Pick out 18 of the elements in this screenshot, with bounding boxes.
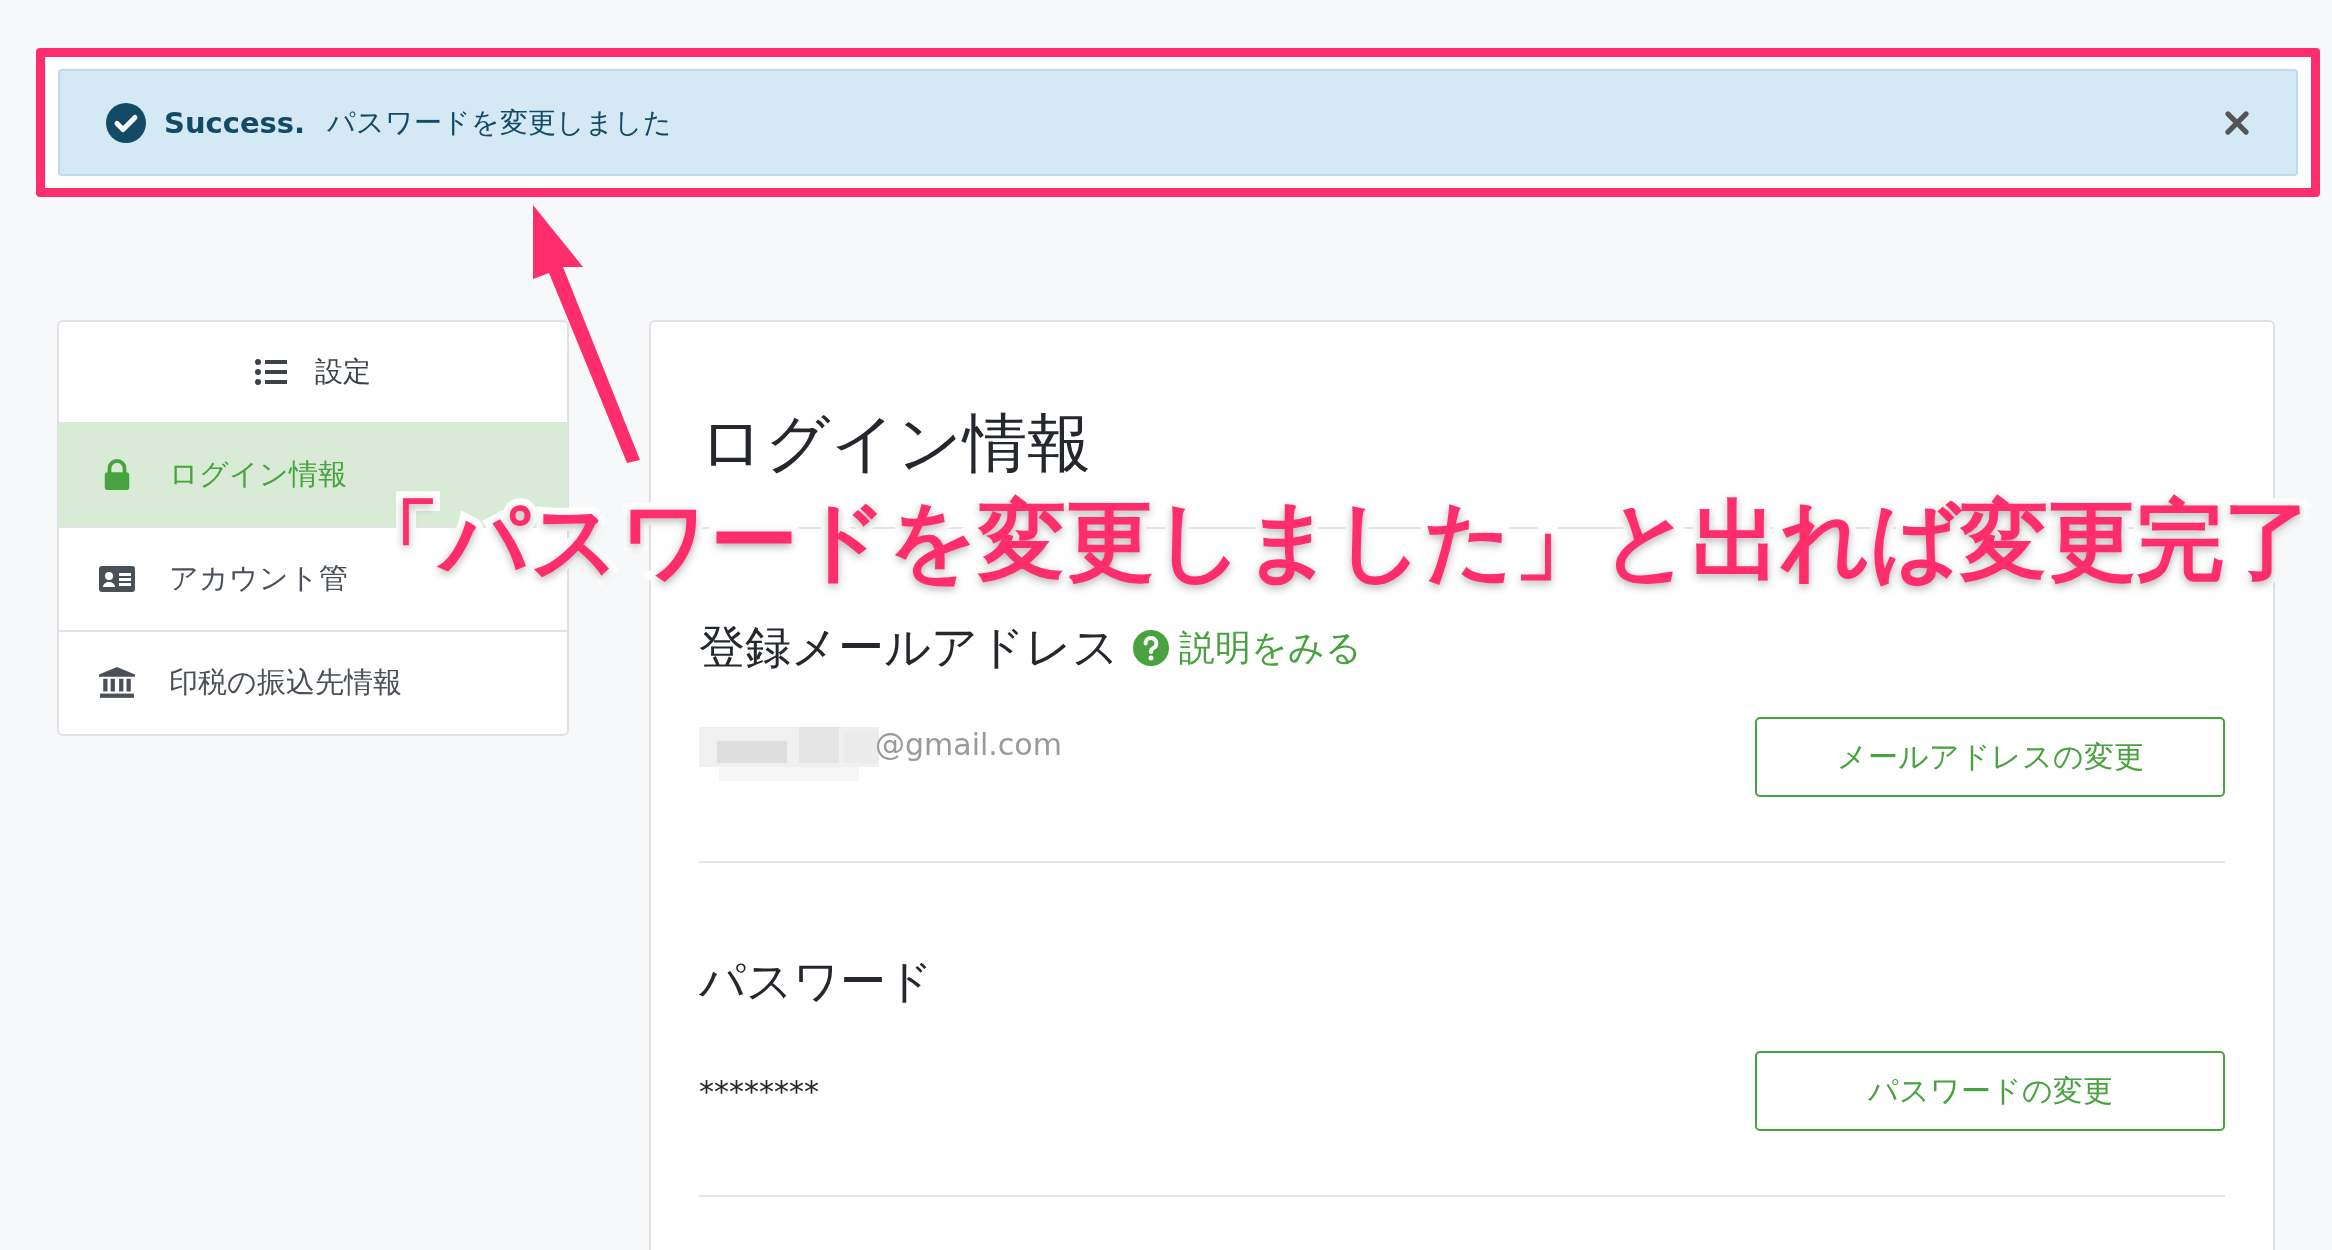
sidebar-title: 設定 — [315, 354, 371, 390]
change-button[interactable]: メールアドレスの変更 — [1755, 717, 2225, 797]
list-icon — [255, 359, 287, 385]
section-heading: パスワード — [699, 953, 933, 1010]
alert-title: Success. — [164, 105, 306, 140]
sidebar-item[interactable]: 印税の振込先情報 — [59, 630, 567, 734]
change-button[interactable]: パスワードの変更 — [1755, 1051, 2225, 1131]
check-circle-icon — [106, 102, 146, 143]
alert-message: パスワードを変更しました — [327, 104, 673, 141]
section-heading: 登録メールアドレス — [699, 619, 1119, 676]
page-title: ログイン情報 — [699, 405, 1092, 482]
id-card-icon — [99, 563, 135, 595]
field-value: ******** — [699, 1073, 819, 1109]
close-icon — [2224, 109, 2250, 136]
bank-icon — [99, 667, 135, 699]
field-value: @gmail.com — [875, 727, 1062, 762]
help-link[interactable]: 説明をみる — [1179, 623, 1362, 673]
help-icon — [1133, 630, 1169, 666]
